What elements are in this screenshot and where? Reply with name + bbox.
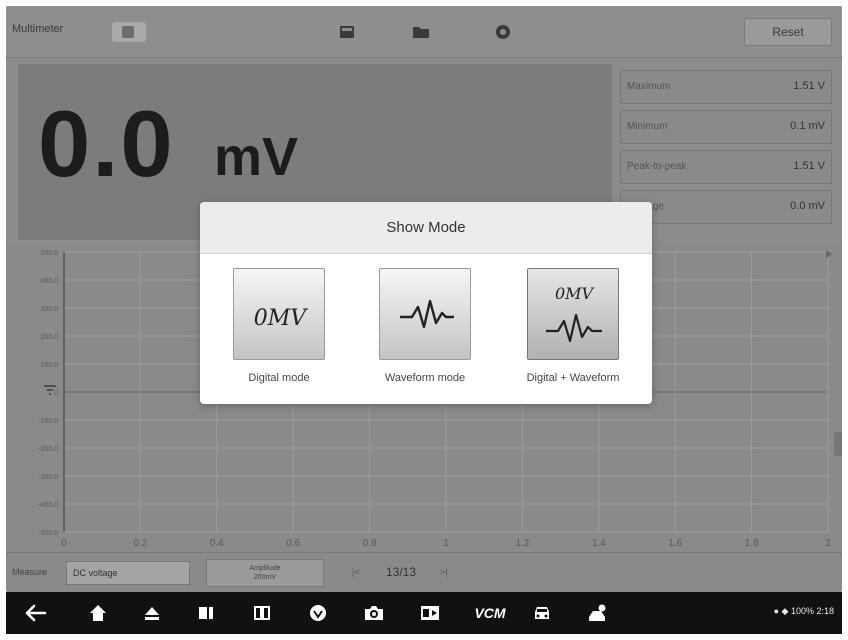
system-nav-bar: VCM ● ◆ 100% 2:18 <box>6 592 842 634</box>
y-tick-label: 300.0 <box>40 306 58 313</box>
status-area: ● ◆ 100% 2:18 <box>774 606 834 617</box>
split-screen-icon[interactable] <box>250 601 274 625</box>
zoom-handle <box>834 432 842 456</box>
digital-waveform-mode-option[interactable]: 0MV Digital + Waveform <box>508 268 638 384</box>
y-tick-label: -300.0 <box>38 474 58 481</box>
toggle-knob <box>122 26 134 38</box>
x-tick-label: 1 <box>443 538 449 549</box>
top-toolbar: Multimeter Reset <box>6 6 842 58</box>
first-page-button[interactable]: |< <box>352 567 360 577</box>
y-tick-label: 100.0 <box>40 362 58 369</box>
stat-minimum: Minimum 0.1 mV <box>620 110 832 144</box>
y-tick-label: 500.0 <box>40 250 58 257</box>
location-icon: ● <box>773 606 779 616</box>
stat-value: 1.51 V <box>793 80 825 92</box>
digital-mode-option[interactable]: 0MV Digital mode <box>214 268 344 384</box>
digital-waveform-mode-tile[interactable]: 0MV <box>527 268 619 360</box>
waveform-mode-label: Waveform mode <box>384 372 466 384</box>
amplitude-value: 200mV <box>253 574 277 581</box>
waveform-mode-tile[interactable] <box>379 268 471 360</box>
x-tick-label: 0.4 <box>210 538 224 549</box>
y-tick-label: -200.0 <box>38 446 58 453</box>
y-tick-label: -400.0 <box>38 502 58 509</box>
amplitude-label: Amplitude <box>249 565 281 572</box>
reset-button[interactable]: Reset <box>744 18 832 46</box>
stat-peak-to-peak: Peak-to-peak 1.51 V <box>620 150 832 184</box>
x-tick-label: 1.4 <box>592 538 606 549</box>
app-title: Multimeter <box>12 23 64 35</box>
readout-value: 0.0 <box>38 91 175 196</box>
home-icon[interactable] <box>86 601 110 625</box>
stat-label: Peak-to-peak <box>627 161 687 172</box>
digital-icon: 0MV <box>254 306 309 331</box>
folder-icon[interactable] <box>410 21 432 43</box>
x-tick-label: 1.6 <box>668 538 682 549</box>
measure-select-value: DC voltage <box>73 568 118 578</box>
x-tick-label: 0.8 <box>363 538 377 549</box>
digital-waveform-icon-text: 0MV <box>555 284 595 303</box>
stat-label: Maximum <box>627 81 671 92</box>
dialog-title: Show Mode <box>200 202 652 254</box>
waveform-mode-option[interactable]: Waveform mode <box>360 268 490 384</box>
digital-mode-tile[interactable]: 0MV <box>233 268 325 360</box>
readout-unit: mV <box>214 127 299 187</box>
wifi-icon: ◆ <box>781 606 789 616</box>
back-icon[interactable] <box>24 601 48 625</box>
x-tick-label: 1.8 <box>745 538 759 549</box>
digital-icon-text: 0MV <box>254 306 309 331</box>
y-tick-label: 0 <box>54 390 58 397</box>
camera-icon[interactable] <box>362 601 386 625</box>
vcm-label: VCM <box>474 605 506 621</box>
digital-waveform-icon: 0MV <box>546 284 602 343</box>
waveform-icon <box>400 299 454 329</box>
stat-maximum: Maximum 1.51 V <box>620 70 832 104</box>
stat-value: 1.51 V <box>793 160 825 172</box>
x-tick-label: 1.2 <box>515 538 529 549</box>
x-tick-label: 2 <box>825 538 831 549</box>
multimeter-screen: Multimeter Reset 0.0 mV Maximum 1.51 V M… <box>6 6 842 592</box>
last-page-button[interactable]: >| <box>440 567 448 577</box>
measure-select[interactable]: DC voltage <box>66 561 190 585</box>
y-tick-label: 400.0 <box>40 278 58 285</box>
digital-waveform-mode-label: Digital + Waveform <box>526 372 620 384</box>
x-tick-label: 0.2 <box>133 538 147 549</box>
trigger-marker-icon <box>826 250 832 258</box>
amplitude-button[interactable]: Amplitude 200mV <box>206 559 324 587</box>
x-tick-label: 0 <box>61 538 67 549</box>
stat-value: 0.0 mV <box>790 200 825 212</box>
settings-icon[interactable] <box>492 21 514 43</box>
page-indicator: 13/13 <box>386 565 417 579</box>
eject-icon[interactable] <box>140 601 164 625</box>
vcm-icon[interactable]: VCM <box>472 601 508 625</box>
vehicle-icon[interactable] <box>530 601 554 625</box>
capture-toggle[interactable] <box>112 22 146 42</box>
status-text: 100% 2:18 <box>790 606 834 616</box>
measure-label: Measure <box>12 567 48 577</box>
browser-icon[interactable] <box>306 601 330 625</box>
y-tick-label: -100.0 <box>38 418 58 425</box>
control-bar: Measure DC voltage Amplitude 200mV |< 13… <box>6 552 842 592</box>
y-tick-label: -500.0 <box>38 530 58 537</box>
x-tick-label: 0.6 <box>286 538 300 549</box>
digital-mode-label: Digital mode <box>248 372 310 384</box>
remote-support-icon[interactable] <box>586 601 610 625</box>
stat-value: 0.1 mV <box>790 120 825 132</box>
show-mode-dialog: Show Mode 0MV Digital mode Waveform mode… <box>200 202 652 404</box>
save-icon[interactable] <box>336 21 358 43</box>
recent-apps-icon[interactable] <box>194 601 218 625</box>
screen-record-icon[interactable] <box>418 601 442 625</box>
y-tick-label: 200.0 <box>40 334 58 341</box>
stat-label: Minimum <box>627 121 668 132</box>
